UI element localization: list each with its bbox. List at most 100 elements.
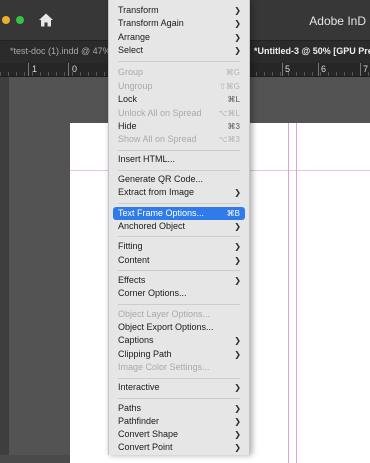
menu-item-label: Object Export Options... [118, 322, 214, 332]
menu-item-extract-from-image[interactable]: Extract from Image ❯ [113, 186, 245, 199]
menu-separator [118, 378, 240, 379]
column-guide [288, 123, 289, 463]
menu-item-transform[interactable]: Transform ❯ [113, 4, 245, 17]
submenu-chevron-icon: ❯ [234, 443, 241, 452]
ruler-tick [28, 63, 29, 76]
menu-item-anchored-object[interactable]: Anchored Object ❯ [113, 220, 245, 233]
menu-item-shortcut: ⌘L [227, 95, 240, 104]
menu-item-label: Transform Again [118, 18, 184, 28]
menu-item-effects[interactable]: Effects ❯ [113, 274, 245, 287]
menu-item-label: Corner Options... [118, 288, 187, 298]
menu-item-shortcut: ⇧⌘G [219, 82, 240, 91]
menu-item-group: Group ⌘G [113, 66, 245, 79]
menu-item-label: Unlock All on Spread [118, 108, 202, 118]
menu-item-interactive[interactable]: Interactive ❯ [113, 381, 245, 394]
menu-separator [118, 304, 240, 305]
column-guide [296, 123, 297, 463]
ruler-number: 7 [363, 64, 369, 74]
minimize-window-button[interactable] [2, 16, 10, 24]
menu-item-transform-again[interactable]: Transform Again ❯ [113, 17, 245, 30]
submenu-chevron-icon: ❯ [234, 350, 241, 359]
menu-item-shortcut: ⌘3 [227, 122, 240, 131]
ruler-number: 0 [72, 64, 78, 74]
zoom-window-button[interactable] [16, 16, 24, 24]
ruler-number: 6 [321, 64, 327, 74]
menu-item-clipping-path[interactable]: Clipping Path ❯ [113, 348, 245, 361]
submenu-chevron-icon: ❯ [234, 222, 241, 231]
submenu-chevron-icon: ❯ [234, 430, 241, 439]
menu-separator [118, 170, 240, 171]
menu-separator [118, 236, 240, 237]
menu-item-insert-html[interactable]: Insert HTML... [113, 153, 245, 166]
submenu-chevron-icon: ❯ [234, 336, 241, 345]
menu-item-label: Anchored Object [118, 221, 186, 231]
menu-item-fitting[interactable]: Fitting ❯ [113, 240, 245, 253]
menu-item-object-export-options[interactable]: Object Export Options... [113, 321, 245, 334]
menu-separator [118, 398, 240, 399]
menu-item-label: Convert Shape [118, 429, 179, 439]
menu-item-label: Extract from Image [118, 187, 195, 197]
submenu-chevron-icon: ❯ [234, 417, 241, 426]
menu-item-label: Group [118, 67, 144, 77]
menu-item-label: Captions [118, 335, 154, 345]
menu-item-hide[interactable]: Hide ⌘3 [113, 120, 245, 133]
ruler-tick [68, 63, 69, 76]
menu-item-captions[interactable]: Captions ❯ [113, 334, 245, 347]
menu-separator [118, 270, 240, 271]
menu-item-text-frame-options[interactable]: Text Frame Options... ⌘B [113, 207, 245, 220]
menu-item-shortcut: ⌥⌘3 [218, 135, 240, 144]
submenu-chevron-icon: ❯ [234, 46, 241, 55]
menu-item-ungroup: Ungroup ⇧⌘G [113, 80, 245, 93]
menu-item-content[interactable]: Content ❯ [113, 254, 245, 267]
menu-item-shortcut: ⌘G [225, 68, 240, 77]
submenu-chevron-icon: ❯ [234, 242, 241, 251]
menu-item-label: Transform [118, 5, 159, 15]
menu-item-shortcut: ⌘B [226, 209, 240, 218]
menu-item-object-layer-options: Object Layer Options... [113, 308, 245, 321]
ruler-tick [360, 63, 361, 76]
menu-item-convert-shape[interactable]: Convert Shape ❯ [113, 428, 245, 441]
menu-item-label: Interactive [118, 382, 160, 392]
menu-item-label: Lock [118, 94, 138, 104]
ruler-tick [282, 63, 283, 76]
submenu-chevron-icon: ❯ [234, 19, 241, 28]
menu-item-label: Paths [118, 403, 142, 413]
menu-item-label: Generate QR Code... [118, 174, 204, 184]
menu-item-unlock-all-on-spread: Unlock All on Spread ⌥⌘L [113, 107, 245, 120]
menu-item-label: Hide [118, 121, 137, 131]
submenu-chevron-icon: ❯ [234, 256, 241, 265]
menu-item-show-all-on-spread: Show All on Spread ⌥⌘3 [113, 133, 245, 146]
submenu-chevron-icon: ❯ [234, 33, 241, 42]
menu-item-arrange[interactable]: Arrange ❯ [113, 31, 245, 44]
menu-item-label: Text Frame Options... [118, 208, 205, 218]
tab-untitled-3[interactable]: *Untitled-3 @ 50% [GPU Previe [254, 46, 370, 56]
tab-test-doc[interactable]: *test-doc (1).indd @ 47% [10, 46, 111, 56]
menu-item-corner-options[interactable]: Corner Options... [113, 287, 245, 300]
menu-item-label: Effects [118, 275, 146, 285]
submenu-chevron-icon: ❯ [234, 404, 241, 413]
menu-item-label: Arrange [118, 32, 151, 42]
menu-item-generate-qr-code[interactable]: Generate QR Code... [113, 173, 245, 186]
menu-item-pathfinder[interactable]: Pathfinder ❯ [113, 415, 245, 428]
menu-item-lock[interactable]: Lock ⌘L [113, 93, 245, 106]
menu-item-label: Insert HTML... [118, 154, 176, 164]
menu-item-paths[interactable]: Paths ❯ [113, 402, 245, 415]
ruler-tick [318, 63, 319, 76]
ruler-number: 1 [32, 64, 38, 74]
submenu-chevron-icon: ❯ [234, 276, 241, 285]
home-icon[interactable] [38, 12, 54, 28]
menu-item-select[interactable]: Select ❯ [113, 44, 245, 57]
menu-item-label: Ungroup [118, 81, 153, 91]
ruler-number: 5 [285, 64, 291, 74]
menu-item-image-color-settings: Image Color Settings... [113, 361, 245, 374]
menu-item-convert-point[interactable]: Convert Point ❯ [113, 441, 245, 454]
tools-panel-edge [0, 77, 9, 455]
menu-item-label: Pathfinder [118, 416, 160, 426]
menu-separator [118, 150, 240, 151]
submenu-chevron-icon: ❯ [234, 188, 241, 197]
menu-item-label: Convert Point [118, 442, 173, 452]
menu-item-label: Show All on Spread [118, 134, 197, 144]
menu-item-label: Select [118, 45, 144, 55]
menu-separator [118, 61, 240, 62]
menu-item-label: Object Layer Options... [118, 309, 211, 319]
